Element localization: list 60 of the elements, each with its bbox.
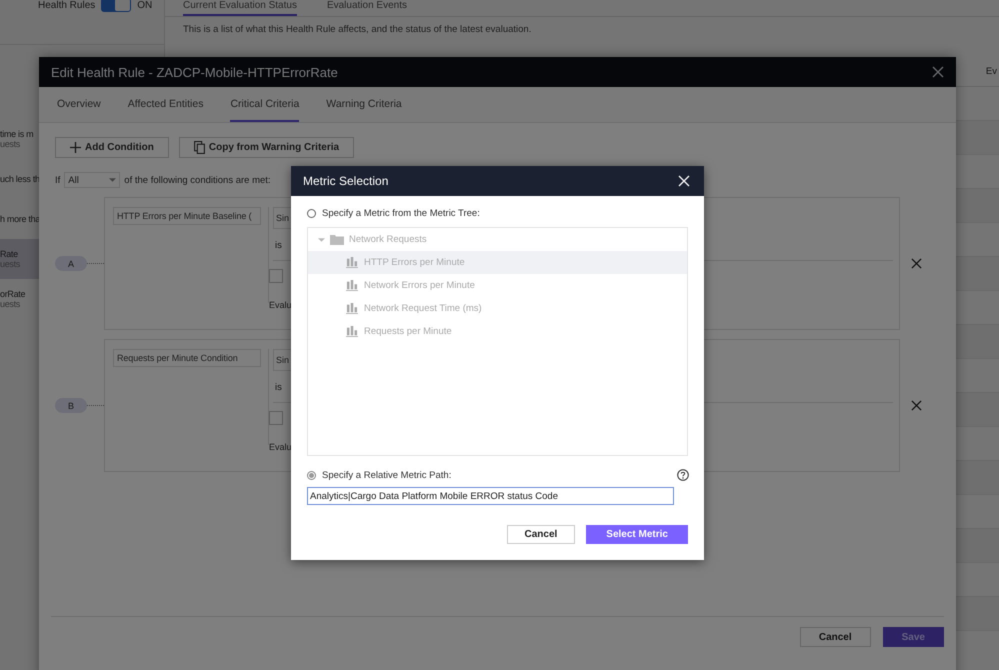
remove-icon[interactable] [911, 400, 922, 411]
option-label: Specify a Relative Metric Path: [322, 470, 452, 480]
tree-item[interactable]: Network Requests [308, 228, 687, 251]
radio-button[interactable] [307, 470, 316, 480]
tab[interactable]: Evaluation Events [326, 0, 408, 16]
tab[interactable]: Current Evaluation Status [183, 0, 297, 16]
bar-chart-icon [345, 280, 359, 291]
sidebar-item[interactable]: orRate uests [0, 279, 39, 319]
item-title: Rate [0, 249, 18, 259]
option-label: Specify a Metric from the Metric Tree: [322, 208, 480, 219]
operator-label: is [274, 240, 283, 251]
tree-item[interactable]: Requests per Minute [308, 320, 687, 343]
checkbox[interactable] [269, 411, 283, 425]
condition-prefix: If [55, 174, 60, 186]
radio-button[interactable] [307, 209, 316, 218]
toggle-switch[interactable] [101, 0, 132, 12]
checkbox[interactable] [269, 269, 283, 283]
tab[interactable]: Critical Criteria [230, 87, 300, 122]
tab[interactable]: Affected Entities [128, 87, 204, 122]
description: This is a list of what this Health Rule affects, and the status of the latest evaluation. [182, 23, 532, 37]
caret-down-icon [109, 178, 116, 182]
dialog-title: Metric Selection [303, 174, 388, 188]
metric-path-field[interactable]: Analytics|Cargo Data Platform Mobile ERROR status Code [307, 487, 674, 505]
bar-chart-icon [345, 303, 359, 314]
tab[interactable]: Overview [57, 87, 101, 122]
folder-icon [330, 234, 344, 245]
cancel-button[interactable]: Cancel [800, 627, 871, 647]
toggle-state: ON [137, 0, 152, 10]
item-title: time is m [0, 129, 34, 139]
tree-item[interactable]: Network Errors per Minute [308, 274, 687, 297]
condition-suffix: of the following conditions are met: [124, 174, 271, 186]
condition-badge: A [55, 256, 87, 271]
evaluate-label: Evalu [269, 442, 292, 452]
item-subtitle: uests [0, 139, 20, 149]
match-select[interactable]: All [64, 172, 120, 188]
condition-badge: B [55, 398, 87, 413]
toggle-label: Health Rules [38, 0, 96, 10]
tab[interactable]: Warning Criteria [326, 87, 402, 122]
bar-chart-icon [345, 257, 359, 268]
sidebar-item[interactable]: time is m uests [0, 119, 39, 159]
condition-name-field[interactable]: HTTP Errors per Minute Baseline ( [113, 207, 261, 225]
evaluate-label: Evalu [269, 300, 292, 310]
copy-icon [194, 141, 205, 154]
item-subtitle: uests [0, 299, 20, 309]
primary-button[interactable]: Save [882, 627, 944, 647]
add-button[interactable]: Add Condition [55, 137, 169, 158]
condition-name-field[interactable]: Requests per Minute Condition [113, 349, 261, 367]
bar-chart-icon [345, 326, 359, 337]
help-icon[interactable] [677, 469, 689, 481]
copy-button[interactable]: Copy from Warning Criteria [178, 137, 354, 158]
item-title: orRate [0, 289, 26, 299]
plus-icon [70, 142, 81, 153]
tree-item[interactable]: Network Request Time (ms) [308, 297, 687, 320]
cancel-button[interactable]: Cancel [506, 525, 576, 544]
column-header: Ev [986, 66, 997, 76]
operator-label: is [274, 382, 283, 393]
primary-button[interactable]: Select Metric [586, 525, 688, 544]
remove-icon[interactable] [911, 258, 922, 269]
tree-item[interactable]: HTTP Errors per Minute [308, 251, 687, 274]
dialog-title: Edit Health Rule - ZADCP-Mobile-HTTPErrorRate [51, 64, 338, 80]
